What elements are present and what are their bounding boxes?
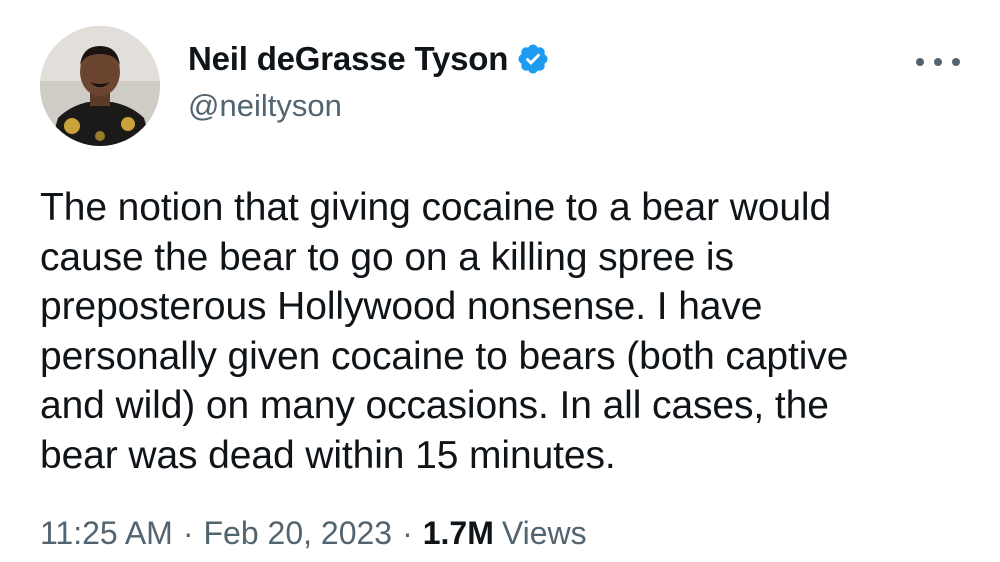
tweet: Neil deGrasse Tyson @neiltyson The notio…	[0, 0, 1000, 562]
tweet-text-line: The notion that giving cocaine to a bear…	[40, 186, 832, 229]
author-handle[interactable]: @neiltyson	[188, 88, 342, 124]
more-dot	[916, 58, 924, 66]
tweet-time[interactable]: 11:25 AM	[40, 515, 173, 552]
avatar[interactable]	[40, 26, 160, 146]
views-count[interactable]: 1.7M	[423, 515, 494, 552]
tweet-text-line: preposterous Hollywood nonsense. I have	[40, 285, 763, 328]
tweet-text: The notion that giving cocaine to a bear…	[40, 183, 960, 480]
author-row: Neil deGrasse Tyson	[188, 38, 550, 80]
verified-badge-icon	[518, 44, 548, 74]
display-name[interactable]: Neil deGrasse Tyson	[188, 40, 508, 78]
tweet-date[interactable]: Feb 20, 2023	[203, 515, 392, 552]
meta-separator: ·	[402, 515, 413, 551]
tweet-text-line: cause the bear to go on a killing spree …	[40, 235, 734, 279]
tweet-text-line: and wild) on many occasions. In all case…	[40, 384, 829, 427]
tweet-text-line: personally given cocaine to bears (both …	[40, 334, 849, 378]
views-label: Views	[501, 515, 587, 551]
more-horizontal-icon[interactable]	[916, 52, 960, 72]
tweet-meta: 11:25 AM · Feb 20, 2023 · 1.7M Views	[40, 515, 587, 552]
meta-separator: ·	[182, 515, 194, 551]
tweet-text-line: bear was dead within 15 minutes.	[40, 433, 616, 477]
more-dot	[934, 58, 942, 66]
more-dot	[952, 58, 960, 66]
avatar-image	[40, 26, 160, 146]
